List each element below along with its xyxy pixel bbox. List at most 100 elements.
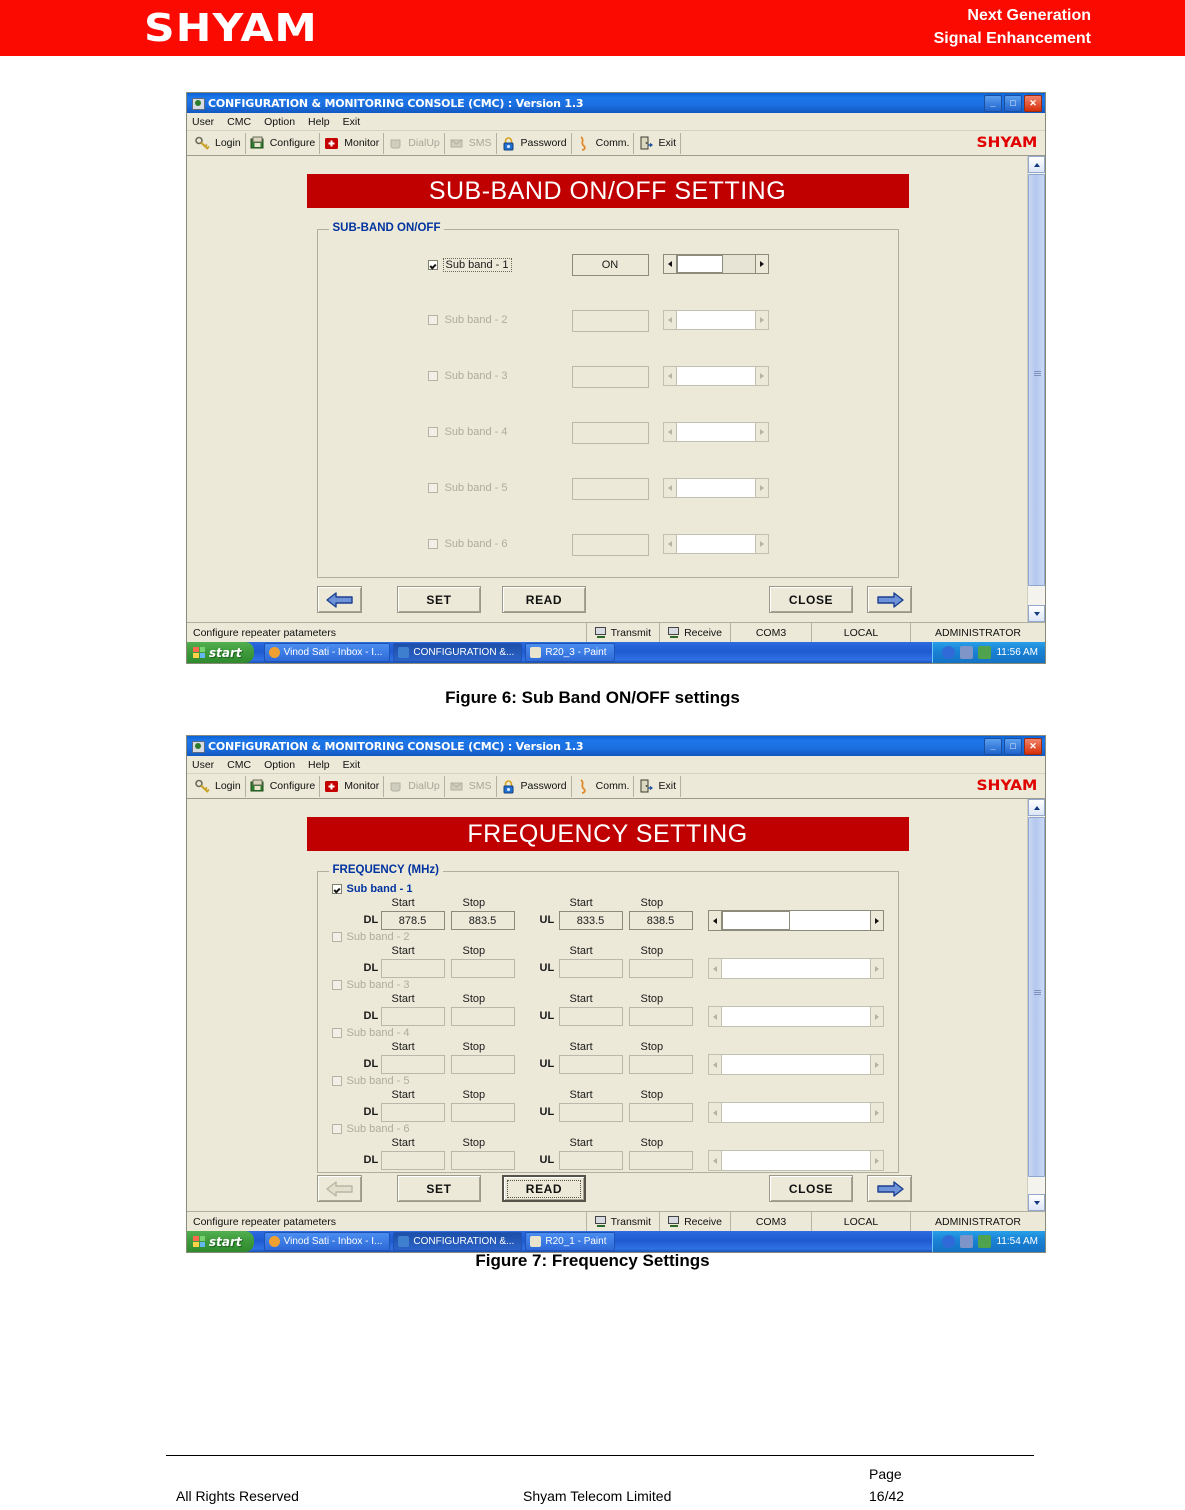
- close-window-button-2[interactable]: ✕: [1024, 737, 1042, 755]
- tray-clock-1[interactable]: 11:56 AM: [996, 647, 1038, 658]
- freq-ul-stop-1[interactable]: 838.5: [628, 911, 693, 930]
- scroll-thumb[interactable]: [1028, 174, 1045, 586]
- menu-item-exit-2[interactable]: Exit: [343, 759, 361, 771]
- set-button-2[interactable]: SET: [397, 1175, 481, 1202]
- slider-right-arrow-3: [754, 366, 769, 386]
- toolbar-button-exit-2[interactable]: Exit: [634, 775, 681, 797]
- title-bar: CONFIGURATION & MONITORING CONSOLE (CMC)…: [187, 93, 1045, 113]
- group-title-frequency: FREQUENCY (MHz): [328, 864, 443, 876]
- subband-slider-1[interactable]: [662, 254, 769, 274]
- freq-dl-stop-1[interactable]: 883.5: [450, 911, 515, 930]
- freq-row-header-1: Sub band - 1: [331, 883, 413, 895]
- task-paint[interactable]: R20_3 - Paint: [525, 643, 615, 662]
- start-button-2[interactable]: start: [187, 1231, 254, 1252]
- menu-item-option[interactable]: Option: [264, 116, 295, 128]
- slider-left-arrow-1[interactable]: [662, 254, 677, 274]
- menu-item-user-2[interactable]: User: [192, 759, 214, 771]
- freq-checkbox-1[interactable]: [331, 884, 342, 894]
- outlook-icon-2: [268, 1236, 280, 1247]
- toolbar-button-configure[interactable]: Configure: [246, 132, 321, 154]
- toolbar-button-monitor-2[interactable]: Monitor: [320, 775, 385, 797]
- menu-item-option-2[interactable]: Option: [264, 759, 295, 771]
- tray-network-icon-2[interactable]: [960, 1235, 974, 1248]
- close-button[interactable]: CLOSE: [769, 586, 853, 613]
- set-button[interactable]: SET: [397, 586, 481, 613]
- status-message-2: Configure repeater patameters: [193, 1215, 336, 1228]
- toolbar-button-comm[interactable]: Comm.: [572, 132, 635, 154]
- tray-chevron-icon-2[interactable]: [942, 1235, 956, 1248]
- scroll-down-button[interactable]: [1028, 605, 1045, 622]
- slider-track-1[interactable]: [676, 254, 755, 274]
- tray-shield-icon-2[interactable]: [978, 1235, 992, 1248]
- slider-right-arrow-2: [754, 310, 769, 330]
- configure-icon-2: [250, 779, 265, 794]
- windows-flag-icon: [193, 647, 205, 658]
- cmc-task-icon: [398, 647, 410, 658]
- toolbar-button-monitor[interactable]: Monitor: [320, 132, 385, 154]
- subband-value-1[interactable]: ON: [571, 254, 649, 276]
- tray-shield-icon[interactable]: [978, 646, 992, 659]
- toolbar-button-comm-2[interactable]: Comm.: [572, 775, 635, 797]
- start-button[interactable]: start: [187, 642, 254, 663]
- next-page-button-2[interactable]: [867, 1175, 912, 1202]
- toolbar-button-password[interactable]: Password: [497, 132, 572, 154]
- forward-arrow-icon: [875, 591, 905, 609]
- vertical-scrollbar-frequency[interactable]: [1027, 799, 1045, 1211]
- menu-item-cmc[interactable]: CMC: [227, 116, 251, 128]
- freq-dl-start-header-6: Start: [391, 1137, 415, 1149]
- toolbar-button-login[interactable]: Login: [191, 132, 246, 154]
- tray-network-icon[interactable]: [960, 646, 974, 659]
- menu-item-cmc-2[interactable]: CMC: [227, 759, 251, 771]
- vertical-scrollbar-subband[interactable]: [1027, 156, 1045, 622]
- freq-slider-track-1[interactable]: [721, 910, 870, 931]
- freq-dl-start-6: [380, 1151, 445, 1170]
- minimize-button[interactable]: _: [984, 94, 1002, 112]
- freq-slider-1[interactable]: [707, 910, 884, 931]
- start-label-2: start: [209, 1234, 242, 1249]
- tray-chevron-icon[interactable]: [942, 646, 956, 659]
- scroll-down-button-2[interactable]: [1028, 1194, 1045, 1211]
- slider-right-arrow-1[interactable]: [754, 254, 769, 274]
- prev-page-button[interactable]: [317, 586, 362, 613]
- maximize-button[interactable]: □: [1004, 94, 1022, 112]
- page-title-banner-frequency: FREQUENCY SETTING: [306, 817, 909, 851]
- configure-icon: [250, 136, 265, 151]
- freq-ul-start-1[interactable]: 833.5: [558, 911, 623, 930]
- task-outlook[interactable]: Vinod Sati - Inbox - I...: [263, 643, 391, 662]
- maximize-button-2[interactable]: □: [1004, 737, 1022, 755]
- subband-checkbox-6: [427, 539, 438, 549]
- menu-item-user[interactable]: User: [192, 116, 214, 128]
- toolbar-button-password-2[interactable]: Password: [497, 775, 572, 797]
- toolbar-button-configure-2[interactable]: Configure: [246, 775, 321, 797]
- freq-dl-stop-header-1: Stop: [462, 897, 486, 909]
- slider-right-arrow-6: [754, 534, 769, 554]
- task-paint-2[interactable]: R20_1 - Paint: [525, 1232, 615, 1251]
- freq-ul-label-6: UL: [539, 1154, 555, 1166]
- menu-item-help[interactable]: Help: [308, 116, 330, 128]
- menu-item-help-2[interactable]: Help: [308, 759, 330, 771]
- read-button[interactable]: READ: [502, 586, 586, 613]
- close-window-button[interactable]: ✕: [1024, 94, 1042, 112]
- freq-slider-right-arrow-1[interactable]: [869, 910, 884, 931]
- freq-slider-2: [707, 958, 884, 979]
- toolbar-button-login-2[interactable]: Login: [191, 775, 246, 797]
- task-cmc-2[interactable]: CONFIGURATION &...: [393, 1232, 523, 1251]
- task-cmc[interactable]: CONFIGURATION &...: [393, 643, 523, 662]
- minimize-button-2[interactable]: _: [984, 737, 1002, 755]
- toolbar-button-exit[interactable]: Exit: [634, 132, 681, 154]
- freq-dl-start-1[interactable]: 878.5: [380, 911, 445, 930]
- freq-slider-left-arrow-1[interactable]: [707, 910, 722, 931]
- read-button-2[interactable]: READ: [502, 1175, 586, 1202]
- next-page-button[interactable]: [867, 586, 912, 613]
- menu-item-exit[interactable]: Exit: [343, 116, 361, 128]
- tray-clock-2[interactable]: 11:54 AM: [996, 1236, 1038, 1247]
- scroll-up-button[interactable]: [1028, 156, 1045, 173]
- task-outlook-2[interactable]: Vinod Sati - Inbox - I...: [263, 1232, 391, 1251]
- close-button-2[interactable]: CLOSE: [769, 1175, 853, 1202]
- scroll-up-button-2[interactable]: [1028, 799, 1045, 816]
- scroll-thumb-2[interactable]: [1028, 817, 1045, 1177]
- toolbar-button-dialup: DialUp: [384, 132, 445, 154]
- freq-slider-track-6: [721, 1150, 870, 1171]
- freq-dl-label-1: DL: [363, 914, 379, 926]
- subband-checkbox-1[interactable]: [427, 260, 438, 270]
